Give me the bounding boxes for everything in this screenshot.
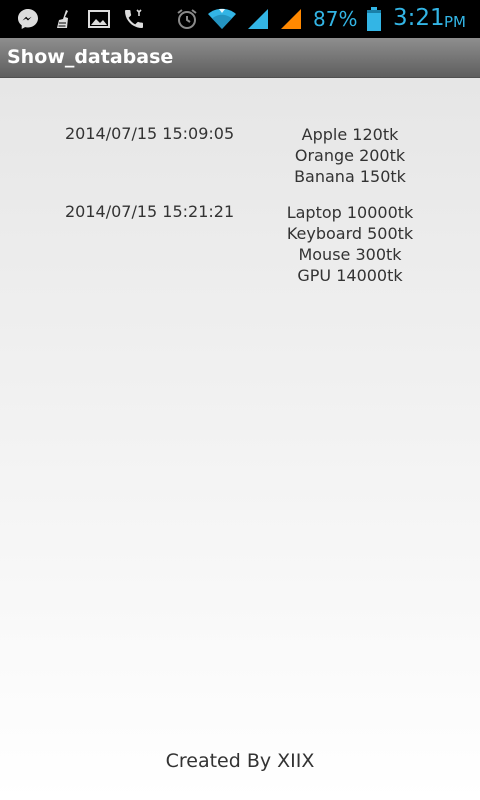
record-item: Laptop 10000tk: [286, 203, 414, 222]
clock-time: 3:21: [393, 5, 445, 31]
status-bar: 87% 3:21 PM: [0, 0, 480, 38]
record-item: Orange 200tk: [294, 146, 406, 165]
clock-ampm: PM: [444, 13, 466, 31]
record-items: Laptop 10000tk Keyboard 500tk Mouse 300t…: [260, 202, 440, 286]
call-icon: [125, 9, 143, 28]
database-content: 2014/07/15 15:09:05 Apple 120tk Orange 2…: [0, 78, 480, 800]
battery-icon: [367, 7, 381, 31]
alarm-icon: [177, 9, 197, 29]
signal-1-icon: [248, 9, 268, 29]
messenger-icon: [18, 9, 38, 29]
title-bar: Show_database: [0, 38, 480, 78]
record-item: Keyboard 500tk: [286, 224, 414, 243]
record-datetime: 2014/07/15 15:21:21: [65, 202, 235, 221]
battery-percent: 87%: [313, 7, 358, 31]
gallery-icon: [88, 10, 110, 28]
wifi-icon: [208, 8, 236, 29]
record-items: Apple 120tk Orange 200tk Banana 150tk: [260, 124, 440, 187]
record-item: Banana 150tk: [294, 167, 406, 186]
signal-2-icon: [281, 9, 301, 29]
record-item: GPU 14000tk: [297, 266, 403, 285]
page-title: Show_database: [7, 46, 174, 68]
record-item: Mouse 300tk: [298, 245, 402, 264]
record-datetime: 2014/07/15 15:09:05: [65, 124, 235, 143]
footer-credit: Created By XIIX: [165, 750, 315, 772]
record-item: Apple 120tk: [301, 125, 399, 144]
cleaner-icon: [57, 10, 68, 28]
